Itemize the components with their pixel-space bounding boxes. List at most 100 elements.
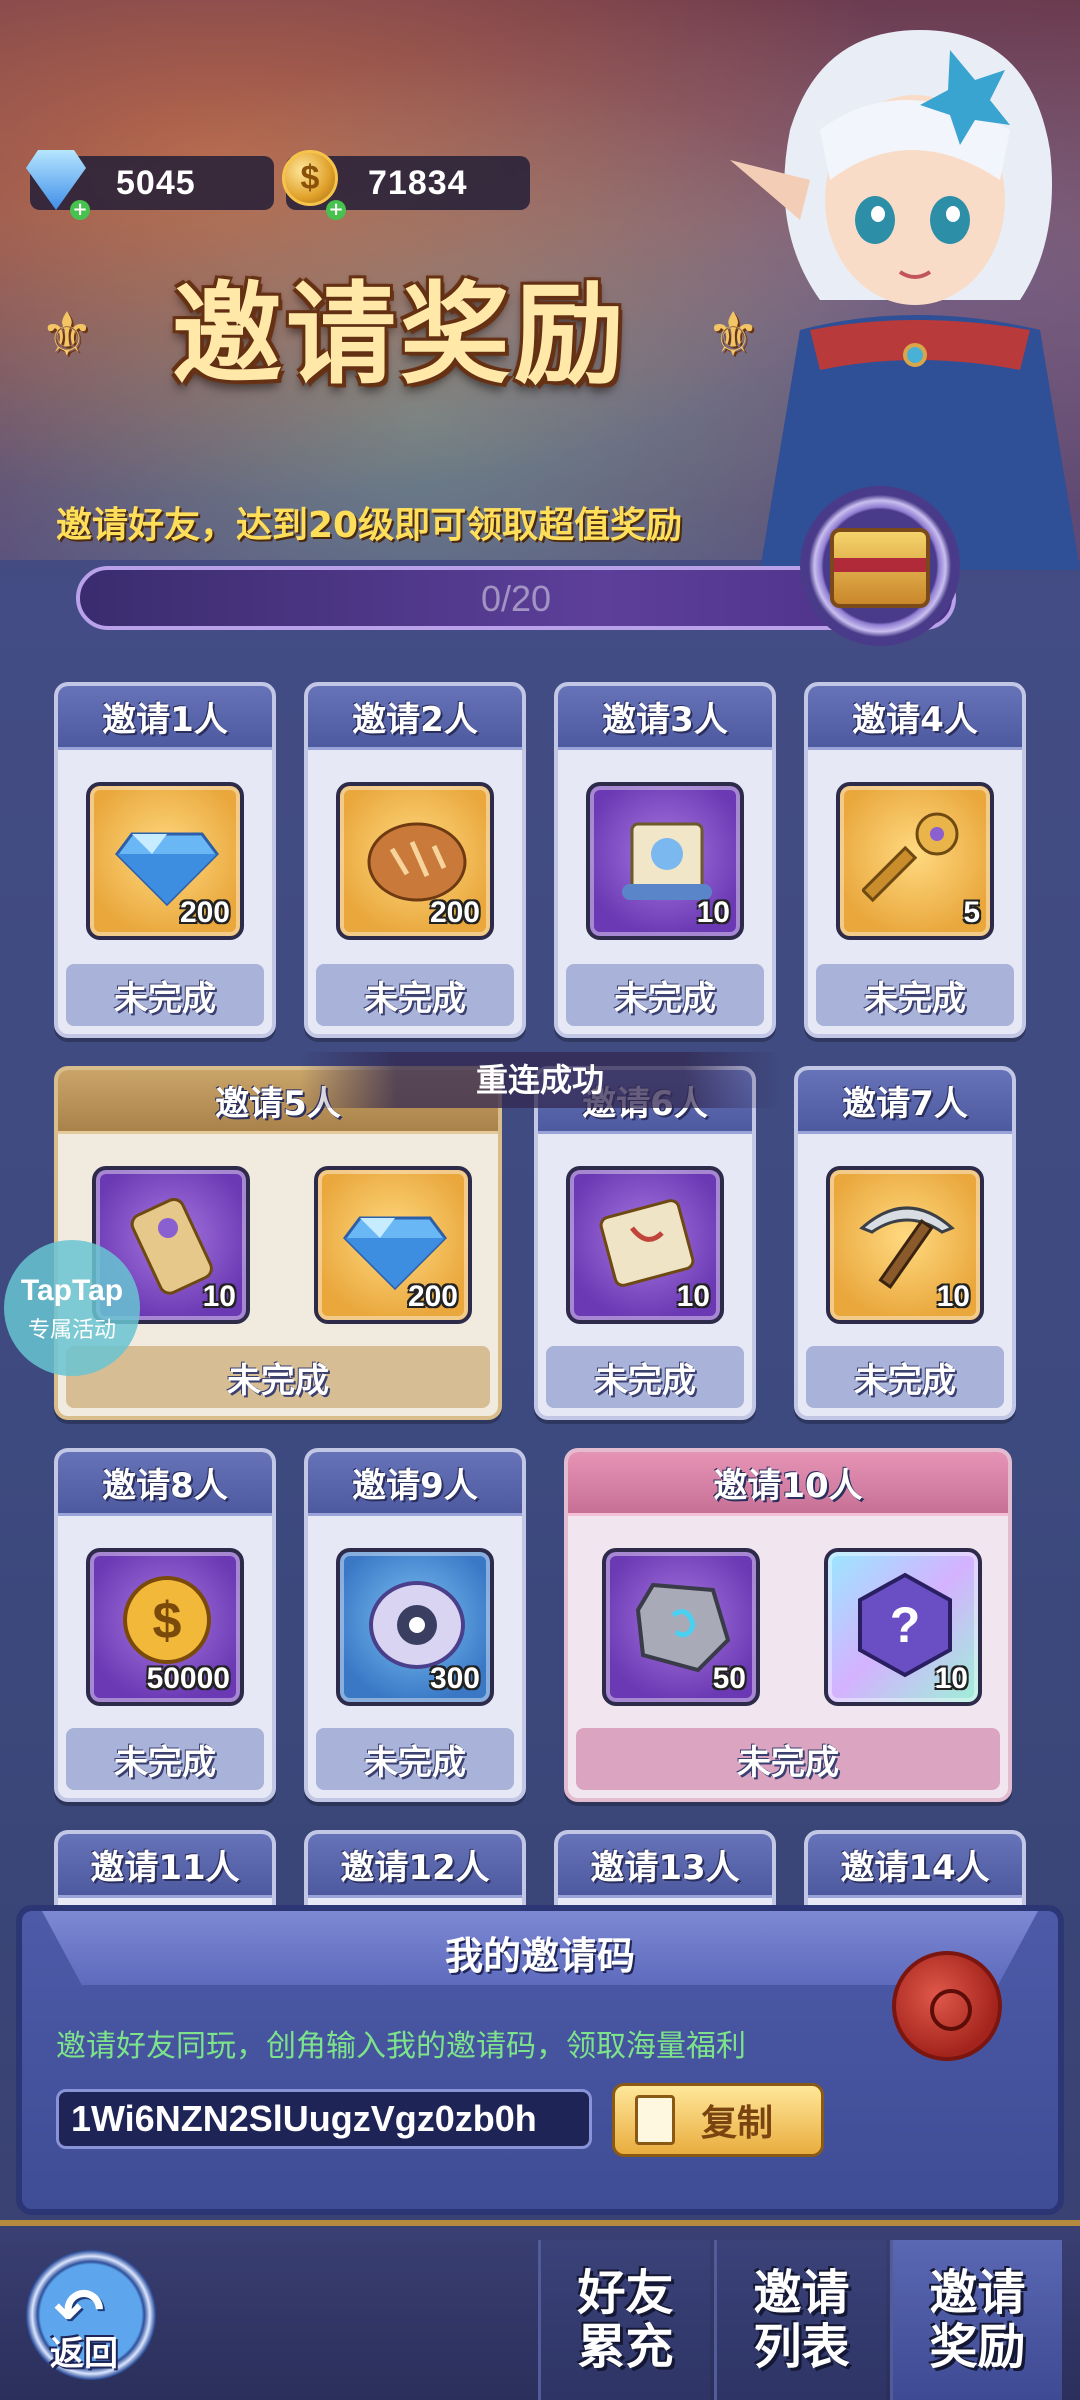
reward-item[interactable]: 5 (836, 782, 994, 940)
invite-card: 邀请3人 10 未完成 (554, 682, 776, 1038)
reward-item[interactable]: 200 (86, 782, 244, 940)
reward-item[interactable]: 10 (566, 1166, 724, 1324)
card-title: 邀请10人 (713, 1466, 863, 1506)
gem-count: 5045 (116, 163, 196, 202)
svg-text:$: $ (153, 1592, 182, 1650)
status-button[interactable]: 未完成 (576, 1728, 1000, 1790)
back-label: 返回 (50, 2334, 118, 2374)
reward-item[interactable]: $ 50000 (86, 1548, 244, 1706)
coin-counter[interactable]: $ + 71834 (282, 150, 530, 220)
tab-label-line1: 邀请 (929, 2265, 1026, 2321)
add-coins-icon[interactable]: + (326, 200, 346, 220)
card-header: 邀请9人 (308, 1452, 522, 1516)
copy-label: 复制 (701, 2103, 774, 2144)
tab-friend-recharge[interactable]: 好友 累充 (538, 2240, 710, 2400)
reward-chest-button[interactable] (800, 486, 960, 646)
status-label: 未完成 (594, 1360, 696, 1401)
invite-card: 邀请4人 5 未完成 (804, 682, 1026, 1038)
item-quantity: 200 (179, 896, 230, 929)
banner-subtitle: 邀请好友，达到20级即可领取超值奖励 (56, 505, 683, 546)
card-header: 邀请2人 (308, 686, 522, 750)
status-button[interactable]: 未完成 (66, 1728, 264, 1790)
status-button[interactable]: 未完成 (316, 1728, 514, 1790)
card-header: 邀请14人 (808, 1834, 1022, 1898)
status-button[interactable]: 未完成 (546, 1346, 744, 1408)
invite-card: 邀请10人 50 ? 10 未完成 (564, 1448, 1012, 1802)
item-quantity: 10 (202, 1280, 236, 1313)
fleur-right-icon: ⚜ (706, 300, 760, 370)
card-header: 邀请3人 (558, 686, 772, 750)
taptap-label: 专属活动 (27, 1318, 116, 1343)
status-button[interactable]: 未完成 (816, 964, 1014, 1026)
invite-card: 邀请2人 200 未完成 (304, 682, 526, 1038)
card-header: 邀请4人 (808, 686, 1022, 750)
wax-seal-icon (892, 1951, 1002, 2061)
reward-item[interactable]: 50 (602, 1548, 760, 1706)
card-title: 邀请9人 (352, 1466, 478, 1506)
reward-item[interactable]: 300 (336, 1548, 494, 1706)
tab-label-line1: 好友 (577, 2265, 674, 2321)
status-button[interactable]: 未完成 (66, 964, 264, 1026)
item-quantity: 50000 (146, 1662, 230, 1695)
tab-label-line2: 列表 (753, 2319, 850, 2375)
invite-card: 邀请1人 200 未完成 (54, 682, 276, 1038)
taptap-logo: TapTap (20, 1274, 124, 1307)
invite-card: 邀请9人 300 未完成 (304, 1448, 526, 1802)
card-header: 邀请11人 (58, 1834, 272, 1898)
status-label: 未完成 (854, 1360, 956, 1401)
tab-invite-rewards[interactable]: 邀请 奖励 (890, 2240, 1062, 2400)
item-quantity: 5 (963, 896, 980, 929)
item-quantity: 10 (934, 1662, 968, 1695)
item-quantity: 200 (407, 1280, 458, 1313)
reward-item[interactable]: 200 (336, 782, 494, 940)
copy-button[interactable]: 复制 (612, 2083, 824, 2157)
gem-counter[interactable]: + 5045 (26, 150, 274, 220)
card-header: 邀请13人 (558, 1834, 772, 1898)
reward-item[interactable]: 200 (314, 1166, 472, 1324)
fleur-left-icon: ⚜ (40, 300, 94, 370)
status-button[interactable]: 未完成 (316, 964, 514, 1026)
key-icon (862, 812, 959, 903)
status-button[interactable]: 未完成 (806, 1346, 1004, 1408)
status-label: 未完成 (114, 1742, 216, 1783)
invite-code-description: 邀请好友同玩，创角输入我的邀请码，领取海量福利 (56, 2029, 746, 2064)
invite-code-field[interactable]: 1Wi6NZN2SlUugzVgz0zb0h (56, 2089, 592, 2149)
card-header: 邀请7人 (798, 1070, 1012, 1134)
item-quantity: 10 (936, 1280, 970, 1313)
card-title: 邀请12人 (340, 1848, 490, 1888)
reward-item[interactable]: 10 (826, 1166, 984, 1324)
invite-card: 邀请6人 10 未完成 (534, 1066, 756, 1420)
status-label: 未完成 (364, 978, 466, 1019)
status-label: 未完成 (864, 978, 966, 1019)
card-header: 邀请12人 (308, 1834, 522, 1898)
status-label: 未完成 (364, 1742, 466, 1783)
tab-label-line2: 累充 (577, 2319, 674, 2375)
status-label: 未完成 (614, 978, 716, 1019)
tab-invite-list[interactable]: 邀请 列表 (714, 2240, 886, 2400)
status-button[interactable]: 未完成 (566, 964, 764, 1026)
invite-code-panel: 我的邀请码 邀请好友同玩，创角输入我的邀请码，领取海量福利 1Wi6NZN2Sl… (16, 1905, 1064, 2215)
treasure-chest-icon (830, 528, 930, 608)
card-title: 邀请8人 (102, 1466, 228, 1506)
reconnect-toast: 重连成功 (300, 1052, 780, 1108)
document-icon (635, 2095, 675, 2145)
item-quantity: 10 (696, 896, 730, 929)
status-button[interactable]: 未完成 (66, 1346, 490, 1408)
card-title: 邀请7人 (842, 1084, 968, 1124)
taptap-badge[interactable]: TapTap 专属活动 (4, 1240, 140, 1376)
coin-count: 71834 (368, 163, 468, 202)
item-quantity: 50 (712, 1662, 746, 1695)
invite-card: 邀请5人 10 200 未完成 (54, 1066, 502, 1420)
reward-item[interactable]: ? 10 (824, 1548, 982, 1706)
svg-text:?: ? (890, 1597, 921, 1653)
item-quantity: 200 (429, 896, 480, 929)
card-title: 邀请4人 (852, 700, 978, 740)
reward-item[interactable]: 10 (586, 782, 744, 940)
add-gems-icon[interactable]: + (70, 200, 90, 220)
item-quantity: 300 (429, 1662, 480, 1695)
card-title: 邀请14人 (840, 1848, 990, 1888)
card-header: 邀请8人 (58, 1452, 272, 1516)
tab-label-line2: 奖励 (929, 2319, 1026, 2375)
page-title: 邀请奖励 (172, 270, 628, 399)
tab-label-line1: 邀请 (753, 2265, 850, 2321)
